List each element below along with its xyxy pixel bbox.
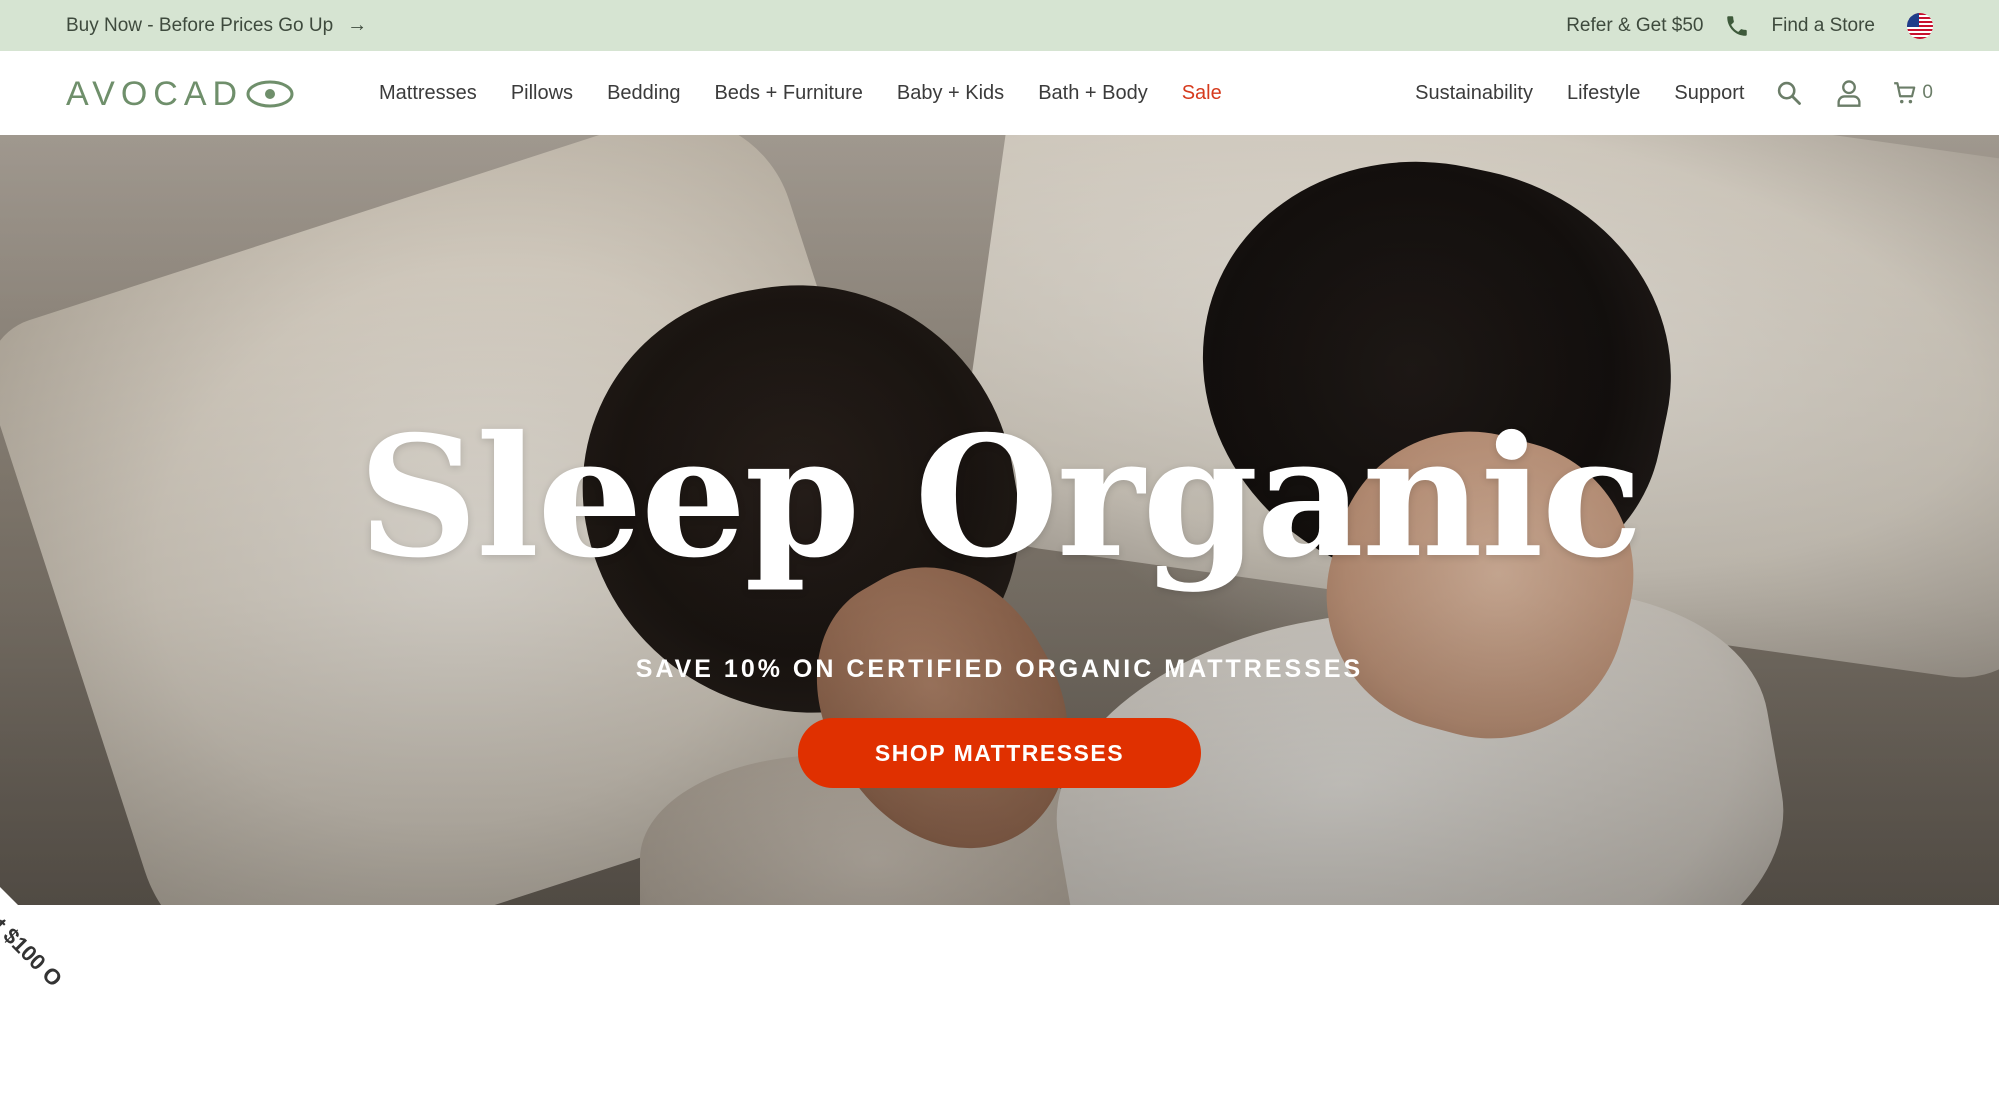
cart-count: 0: [1922, 82, 1933, 103]
find-store-link[interactable]: Find a Store: [1772, 15, 1876, 37]
secondary-nav: Sustainability Lifestyle Support 0: [1415, 51, 1933, 135]
us-flag-icon[interactable]: [1907, 12, 1933, 39]
promo-bar: Buy Now - Before Prices Go Up → Refer & …: [0, 0, 1999, 51]
account-icon[interactable]: [1834, 78, 1864, 108]
main-nav: AVOCAD Mattresses Pillows Bedding Beds +…: [0, 51, 1999, 136]
shop-mattresses-button[interactable]: SHOP MATTRESSES: [798, 718, 1201, 788]
arrow-right-icon: →: [347, 14, 368, 36]
nav-item-lifestyle[interactable]: Lifestyle: [1567, 82, 1640, 105]
nav-item-pillows[interactable]: Pillows: [511, 82, 573, 105]
logo-text: AVOCAD: [66, 74, 244, 113]
hero-subtitle: SAVE 10% ON CERTIFIED ORGANIC MATTRESSES: [635, 655, 1364, 683]
primary-nav: Mattresses Pillows Bedding Beds + Furnit…: [379, 51, 1256, 135]
logo-eye-icon: [246, 80, 294, 108]
hero-banner: Sleep Organic SAVE 10% ON CERTIFIED ORGA…: [0, 135, 1999, 905]
nav-item-beds-furniture[interactable]: Beds + Furniture: [714, 82, 862, 105]
hero-title: Sleep Organic: [358, 400, 1643, 595]
refer-link[interactable]: Refer & Get $50: [1566, 15, 1703, 37]
search-icon[interactable]: [1774, 78, 1804, 108]
phone-icon[interactable]: [1724, 13, 1750, 39]
nav-item-baby-kids[interactable]: Baby + Kids: [897, 82, 1004, 105]
avocado-logo[interactable]: AVOCAD: [66, 74, 295, 113]
nav-item-sustainability[interactable]: Sustainability: [1415, 82, 1533, 105]
cart-button[interactable]: 0: [1892, 80, 1933, 106]
promo-text: Buy Now - Before Prices Go Up: [66, 14, 334, 36]
corner-ribbon-text: Get $100 O: [0, 892, 68, 992]
promo-link[interactable]: Buy Now - Before Prices Go Up →: [66, 0, 367, 51]
promo-bar-right: Refer & Get $50 Find a Store: [1566, 0, 1933, 51]
nav-item-mattresses[interactable]: Mattresses: [379, 82, 477, 105]
nav-item-sale[interactable]: Sale: [1182, 82, 1222, 105]
nav-item-bath-body[interactable]: Bath + Body: [1038, 82, 1148, 105]
cart-icon: [1894, 82, 1916, 104]
nav-item-support[interactable]: Support: [1674, 82, 1744, 105]
nav-item-bedding[interactable]: Bedding: [607, 82, 680, 105]
